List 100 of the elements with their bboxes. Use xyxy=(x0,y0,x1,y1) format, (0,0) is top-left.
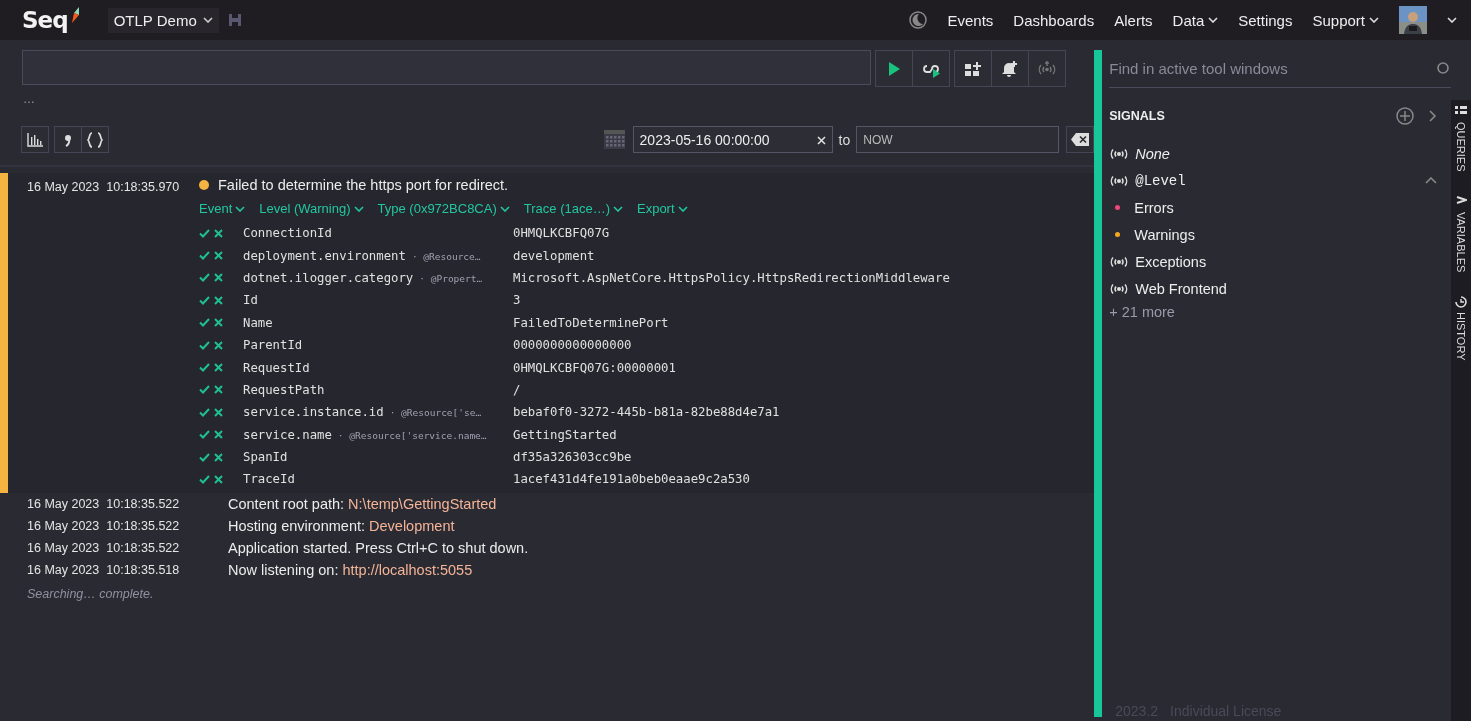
cross-icon xyxy=(214,475,223,484)
grid-plus-icon xyxy=(963,59,983,78)
logo-text: Seq xyxy=(22,7,68,33)
event-message[interactable]: Content root path: N:\temp\GettingStarted xyxy=(228,495,497,512)
include-filter-button[interactable] xyxy=(199,363,211,373)
side-tab[interactable]: VARIABLES xyxy=(1455,195,1468,272)
add-dashboard-button[interactable] xyxy=(954,50,992,87)
event-action-dropdown[interactable]: Export xyxy=(637,201,688,216)
comma-icon xyxy=(64,132,72,147)
event-message[interactable]: Now listening on: http://localhost:5055 xyxy=(228,561,473,578)
include-filter-button[interactable] xyxy=(199,295,211,305)
include-filter-button[interactable] xyxy=(199,318,211,328)
exclude-filter-button[interactable] xyxy=(214,228,226,238)
exclude-filter-button[interactable] xyxy=(214,452,226,462)
event-message[interactable]: Application started. Press Ctrl+C to shut down. xyxy=(228,539,529,556)
from-date-field[interactable]: 2023-05-16 00:00:00 xyxy=(632,126,833,153)
exclude-filter-button[interactable] xyxy=(214,295,226,305)
search-icon[interactable] xyxy=(1437,61,1452,76)
query-field[interactable] xyxy=(22,50,871,85)
exclude-filter-button[interactable] xyxy=(214,340,226,350)
include-filter-button[interactable] xyxy=(199,430,211,440)
signal-item[interactable]: Web Frontend xyxy=(1109,275,1452,302)
json-view-button[interactable] xyxy=(81,126,109,153)
chart-button[interactable] xyxy=(21,126,49,153)
nav-link[interactable]: Dashboards xyxy=(1013,11,1095,29)
signal-icon xyxy=(1109,255,1130,268)
exclude-filter-button[interactable] xyxy=(214,251,226,261)
include-filter-button[interactable] xyxy=(199,340,211,350)
cross-icon xyxy=(214,340,223,350)
nav-link[interactable]: Events xyxy=(947,11,994,29)
property-name: ConnectionId xyxy=(243,226,332,241)
side-tab[interactable]: HISTORY xyxy=(1455,295,1468,361)
nav-link[interactable]: Alerts xyxy=(1114,11,1153,29)
property-path: · @Resource['se… xyxy=(389,407,482,419)
property-name: RequestPath xyxy=(243,382,325,397)
signal-item[interactable]: Exceptions xyxy=(1109,248,1452,275)
event-message[interactable]: Hosting environment: Development xyxy=(228,517,455,534)
signal-item[interactable]: Warnings xyxy=(1109,221,1452,248)
exclude-filter-button[interactable] xyxy=(214,385,226,395)
include-filter-button[interactable] xyxy=(199,251,211,261)
exclude-filter-button[interactable] xyxy=(214,407,226,417)
check-icon xyxy=(199,430,210,440)
check-icon xyxy=(199,385,210,395)
include-filter-button[interactable] xyxy=(199,452,211,462)
caret-icon xyxy=(202,17,213,23)
event-time: 10:18:35.970 xyxy=(106,180,180,196)
signal-item[interactable]: Errors xyxy=(1109,194,1452,221)
tool-search-field[interactable]: Find in active tool windows xyxy=(1109,60,1438,77)
tail-button[interactable] xyxy=(912,50,950,87)
property-path: · @Resource… xyxy=(411,250,481,262)
signal-item[interactable]: @Level xyxy=(1109,167,1452,194)
include-filter-button[interactable] xyxy=(199,385,211,395)
exclude-filter-button[interactable] xyxy=(214,318,226,328)
caret-icon xyxy=(613,205,623,212)
include-filter-button[interactable] xyxy=(199,407,211,417)
event-action-dropdown[interactable]: Event xyxy=(199,201,246,216)
property-value: 0HMQLKCBFQ07G xyxy=(513,226,610,241)
nav-link[interactable]: Data xyxy=(1172,11,1219,29)
nav-link[interactable]: Settings xyxy=(1238,11,1293,29)
exclude-filter-button[interactable] xyxy=(214,363,226,373)
query-status: … xyxy=(23,92,36,108)
run-button[interactable] xyxy=(875,50,913,87)
message-view-button[interactable] xyxy=(54,126,82,153)
chevron-right-icon[interactable] xyxy=(1429,110,1438,122)
event-message[interactable]: Failed to determine the https port for redirect. xyxy=(218,177,509,193)
theme-icon[interactable] xyxy=(909,11,928,29)
caret-icon xyxy=(677,205,688,212)
event-action-dropdown[interactable]: Trace (1ace…) xyxy=(523,201,623,216)
nav-link[interactable]: Support xyxy=(1312,11,1379,29)
calendar-icon[interactable] xyxy=(603,130,625,149)
cross-icon xyxy=(214,385,223,395)
more-signals-link[interactable]: + 21 more xyxy=(1109,304,1452,320)
exclude-filter-button[interactable] xyxy=(214,430,226,440)
check-icon xyxy=(199,295,210,305)
to-date-field[interactable]: NOW xyxy=(856,126,1060,153)
include-filter-button[interactable] xyxy=(199,475,211,484)
cross-icon xyxy=(214,430,223,440)
event-time: 10:18:35.522 xyxy=(106,518,180,533)
include-filter-button[interactable] xyxy=(199,273,211,283)
property-value: 1acef431d4fe191a0beb0eaae9c2a530 xyxy=(513,472,750,487)
property-name: SpanId xyxy=(243,450,288,465)
add-alert-button[interactable] xyxy=(991,50,1029,87)
event-action-dropdown[interactable]: Type (0x972BC8CA) xyxy=(377,201,510,216)
check-icon xyxy=(199,318,210,328)
event-action-dropdown[interactable]: Level (Warning) xyxy=(259,201,364,216)
cross-icon xyxy=(214,273,223,283)
workspace-dropdown[interactable]: OTLP Demo xyxy=(107,7,219,33)
chevron-icon[interactable] xyxy=(1425,177,1438,184)
cross-icon xyxy=(214,318,223,328)
event-date: 16 May 2023 xyxy=(27,540,100,555)
add-icon[interactable] xyxy=(1395,106,1416,126)
include-filter-button[interactable] xyxy=(199,228,211,238)
exclude-filter-button[interactable] xyxy=(214,273,226,283)
signal-item[interactable]: None xyxy=(1109,140,1452,167)
side-tab[interactable]: QUERIES xyxy=(1455,106,1468,172)
event-date: 16 May 2023 xyxy=(27,518,100,533)
clear-range-button[interactable] xyxy=(1066,126,1095,153)
exclude-filter-button[interactable] xyxy=(214,475,226,484)
search-status: Searching… complete. xyxy=(26,585,155,601)
signal-icon xyxy=(1109,147,1130,160)
